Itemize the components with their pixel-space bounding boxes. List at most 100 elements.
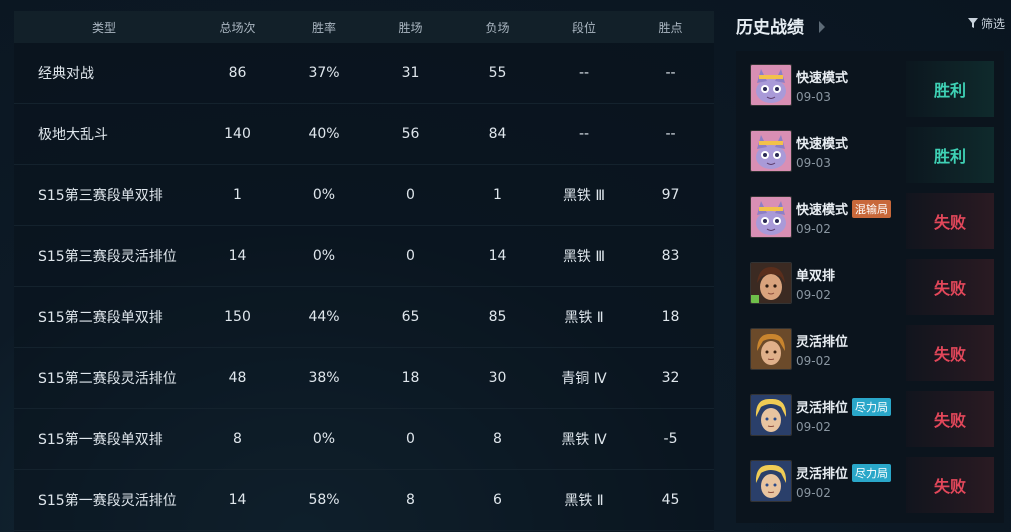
match-item[interactable]: 快速模式 09-03 胜利 xyxy=(736,117,1004,183)
row-losses: 84 xyxy=(488,126,507,142)
row-losses: 1 xyxy=(493,187,502,203)
match-item[interactable]: 快速模式 09-03 胜利 xyxy=(736,51,1004,117)
row-losses: 14 xyxy=(488,248,507,264)
history-panel: 历史战绩 筛选 快速模式 09-03 胜利 快速模式 09-03 胜利 快速模式 混输局 09-… xyxy=(736,0,1011,532)
warrior-champion-icon xyxy=(750,328,792,370)
header-total[interactable]: 总场次 xyxy=(194,19,281,36)
header-wins[interactable]: 胜场 xyxy=(367,19,454,36)
match-date: 09-03 xyxy=(796,156,831,170)
match-result: 胜利 xyxy=(906,127,994,183)
table-row[interactable]: 极地大乱斗 140 40% 56 84 -- -- xyxy=(14,104,714,165)
filter-icon xyxy=(967,17,978,31)
match-mode-row: 快速模式 混输局 xyxy=(796,199,892,218)
match-date: 09-02 xyxy=(796,420,831,434)
row-points: 97 xyxy=(661,187,680,203)
table-row[interactable]: S15第一赛段单双排 8 0% 0 8 黑铁 Ⅳ -5 xyxy=(14,409,714,470)
table-row[interactable]: 经典对战 86 37% 31 55 -- -- xyxy=(14,43,714,104)
row-wins: 0 xyxy=(406,248,415,264)
row-rank: -- xyxy=(578,65,590,81)
match-mode-row: 快速模式 xyxy=(796,67,848,86)
header-losses[interactable]: 负场 xyxy=(454,19,541,36)
row-type: S15第三赛段单双排 xyxy=(38,188,163,204)
match-date: 09-02 xyxy=(796,354,831,368)
match-result: 失败 xyxy=(906,457,994,513)
row-rate: 40% xyxy=(308,126,340,142)
row-wins: 8 xyxy=(406,492,415,508)
match-item[interactable]: 灵活排位 尽力局 09-02 失败 xyxy=(736,381,1004,447)
row-wins: 0 xyxy=(406,187,415,203)
row-type: S15第三赛段灵活排位 xyxy=(38,249,177,265)
row-rank: 青铜 Ⅳ xyxy=(561,371,607,387)
match-item[interactable]: 单双排 09-02 失败 xyxy=(736,249,1004,315)
row-wins: 18 xyxy=(401,370,420,386)
row-points: 32 xyxy=(661,370,680,386)
match-tag-badge: 尽力局 xyxy=(852,463,892,482)
row-losses: 30 xyxy=(488,370,507,386)
row-losses: 6 xyxy=(493,492,502,508)
history-title: 历史战绩 xyxy=(736,18,804,38)
header-type[interactable]: 类型 xyxy=(14,19,194,36)
blonde-champion-icon xyxy=(750,394,792,436)
match-result: 失败 xyxy=(906,391,994,447)
match-result: 失败 xyxy=(906,259,994,315)
table-row[interactable]: S15第三赛段灵活排位 14 0% 0 14 黑铁 Ⅲ 83 xyxy=(14,226,714,287)
match-mode-row: 灵活排位 尽力局 xyxy=(796,463,892,482)
row-total: 48 xyxy=(228,370,247,386)
filter-button[interactable]: 筛选 xyxy=(967,15,1005,32)
girl-champion-icon xyxy=(750,262,792,304)
row-type: S15第一赛段灵活排位 xyxy=(38,493,177,509)
match-mode: 灵活排位 xyxy=(796,401,849,416)
filter-label: 筛选 xyxy=(980,17,1005,31)
row-points: -- xyxy=(665,65,676,81)
match-tag-badge: 混输局 xyxy=(852,199,892,218)
match-date: 09-02 xyxy=(796,222,831,236)
row-rate: 0% xyxy=(312,431,336,447)
row-rank: -- xyxy=(578,126,590,142)
row-type: S15第二赛段单双排 xyxy=(38,310,163,326)
history-header: 历史战绩 筛选 xyxy=(736,13,1011,38)
row-wins: 65 xyxy=(401,309,420,325)
match-mode-row: 灵活排位 xyxy=(796,331,848,350)
chevron-right-icon[interactable] xyxy=(818,18,826,37)
row-rate: 58% xyxy=(308,492,340,508)
match-mode: 快速模式 xyxy=(796,137,849,152)
row-rank: 黑铁 Ⅳ xyxy=(561,432,607,448)
table-row[interactable]: S15第一赛段灵活排位 14 58% 8 6 黑铁 Ⅱ 45 xyxy=(14,470,714,531)
row-rate: 44% xyxy=(308,309,340,325)
match-result: 失败 xyxy=(906,193,994,249)
row-total: 150 xyxy=(224,309,251,325)
match-item[interactable]: 灵活排位 09-02 失败 xyxy=(736,315,1004,381)
table-row[interactable]: S15第二赛段单双排 150 44% 65 85 黑铁 Ⅱ 18 xyxy=(14,287,714,348)
match-mode: 快速模式 xyxy=(796,71,849,86)
row-type: S15第一赛段单双排 xyxy=(38,432,163,448)
row-points: -- xyxy=(665,126,676,142)
row-wins: 31 xyxy=(401,65,420,81)
header-points[interactable]: 胜点 xyxy=(627,19,714,36)
match-mode-row: 单双排 xyxy=(796,265,835,284)
table-row[interactable]: S15第二赛段灵活排位 48 38% 18 30 青铜 Ⅳ 32 xyxy=(14,348,714,409)
row-total: 1 xyxy=(233,187,242,203)
match-mode: 灵活排位 xyxy=(796,467,849,482)
match-item[interactable]: 灵活排位 尽力局 09-02 失败 xyxy=(736,447,1004,513)
row-rate: 0% xyxy=(312,248,336,264)
match-result: 失败 xyxy=(906,325,994,381)
match-history-list: 快速模式 09-03 胜利 快速模式 09-03 胜利 快速模式 混输局 09-02 失败 单双排 0… xyxy=(736,51,1004,523)
row-rate: 0% xyxy=(312,187,336,203)
header-rank[interactable]: 段位 xyxy=(541,19,627,36)
blonde-champion-icon xyxy=(750,460,792,502)
match-result: 胜利 xyxy=(906,61,994,117)
row-points: -5 xyxy=(663,431,678,447)
row-type: 极地大乱斗 xyxy=(38,127,108,143)
row-losses: 8 xyxy=(493,431,502,447)
cat-champion-icon xyxy=(750,196,792,238)
match-mode-row: 灵活排位 尽力局 xyxy=(796,397,892,416)
table-row[interactable]: S15第三赛段单双排 1 0% 0 1 黑铁 Ⅲ 97 xyxy=(14,165,714,226)
header-rate[interactable]: 胜率 xyxy=(281,19,367,36)
row-wins: 56 xyxy=(401,126,420,142)
match-mode: 灵活排位 xyxy=(796,335,849,350)
row-rate: 37% xyxy=(308,65,340,81)
row-losses: 55 xyxy=(488,65,507,81)
cat-champion-icon xyxy=(750,64,792,106)
row-total: 86 xyxy=(228,65,247,81)
match-item[interactable]: 快速模式 混输局 09-02 失败 xyxy=(736,183,1004,249)
